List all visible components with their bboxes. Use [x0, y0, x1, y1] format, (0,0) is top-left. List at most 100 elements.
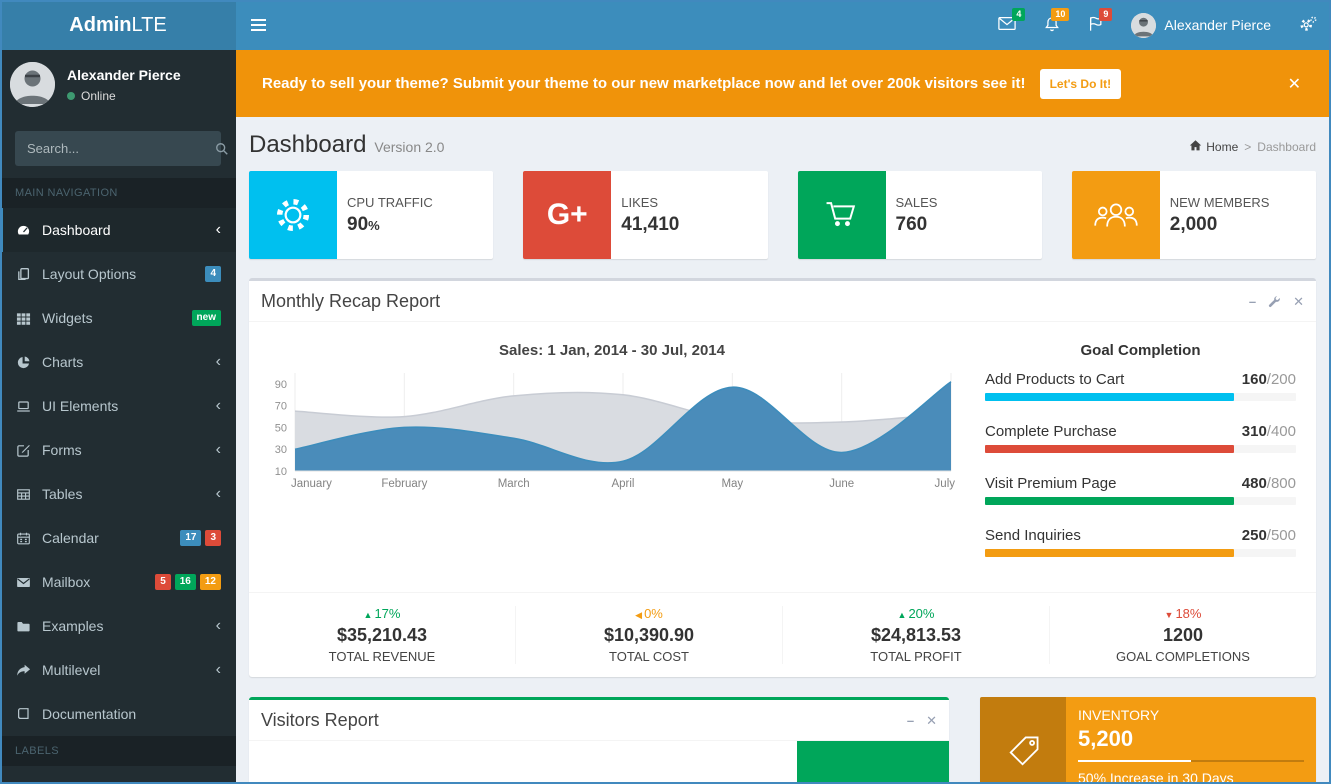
goal-label: Add Products to Cart [985, 371, 1124, 388]
sidebar-item-label: Examples [42, 618, 103, 634]
avatar [1131, 13, 1156, 38]
user-status[interactable]: Online [67, 89, 181, 103]
wrench-icon[interactable] [1268, 295, 1281, 308]
files-icon [15, 267, 32, 282]
info-box-label: CPU TRAFFIC [347, 195, 433, 210]
chevron-left-icon: ‹ [216, 442, 221, 458]
svg-text:March: March [498, 478, 530, 490]
banner-cta-button[interactable]: Let's Do It! [1040, 69, 1122, 99]
close-icon[interactable]: ✕ [926, 714, 937, 727]
pie-icon [15, 355, 32, 370]
logo-light: LTE [132, 14, 167, 37]
tasks-menu[interactable]: 9 [1074, 0, 1117, 50]
sidebar-toggle-icon[interactable] [236, 0, 280, 50]
goal-add-products-to-cart: Add Products to Cart 160/200 [985, 371, 1296, 401]
sidebar: Alexander Pierce Online MAIN NAVIGATION … [0, 50, 236, 784]
sidebar-item-label: Layout Options [42, 266, 136, 282]
sidebar-item-mailbox[interactable]: Mailbox51612 [0, 560, 236, 604]
chevron-left-icon: ‹ [216, 618, 221, 634]
messages-badge: 4 [1012, 8, 1025, 21]
breadcrumb-current: Dashboard [1257, 140, 1316, 154]
stat-delta: ◀0% [516, 606, 782, 621]
stat-label: TOTAL COST [516, 649, 782, 664]
stat-value: $35,210.43 [249, 625, 515, 646]
sidebar-item-tables[interactable]: Tables‹ [0, 472, 236, 516]
sidebar-item-documentation[interactable]: Documentation [0, 692, 236, 736]
caret-up-icon: ▲ [898, 610, 907, 620]
close-icon[interactable]: ✕ [1293, 295, 1304, 308]
dashboard-icon [15, 223, 32, 238]
inventory-label: INVENTORY [1078, 707, 1304, 723]
info-box-value: 760 [896, 214, 938, 236]
sidebar-item-multilevel[interactable]: Multilevel‹ [0, 648, 236, 692]
sidebar-item-dashboard[interactable]: Dashboard‹ [0, 208, 236, 252]
banner-close-icon[interactable]: ✕ [1284, 74, 1305, 94]
sidebar-item-examples[interactable]: Examples ‹ [0, 604, 236, 648]
breadcrumb-home[interactable]: Home [1189, 139, 1238, 155]
sidebar-item-label: Dashboard [42, 222, 111, 238]
stat-delta: ▲17% [249, 606, 515, 621]
search-input[interactable] [15, 131, 215, 166]
monthly-recap-box: Monthly Recap Report – ✕ Sales: 1 Jan, 2… [249, 278, 1316, 677]
info-box-label: SALES [896, 195, 938, 210]
info-box-cpu-traffic: CPU TRAFFIC 90% [249, 171, 493, 259]
notifications-badge: 10 [1051, 8, 1069, 21]
home-icon [1189, 139, 1202, 155]
edit-icon [15, 443, 32, 458]
sidebar-item-label: Widgets [42, 310, 93, 326]
gear-icon [249, 171, 337, 259]
page-title: Dashboard [249, 131, 366, 159]
envelope-icon [15, 575, 32, 590]
visitors-report-box: Visitors Report – ✕ [249, 697, 949, 784]
calendar-icon [15, 531, 32, 546]
sales-area-chart: 1030507090JanuaryFebruaryMarchAprilMayJu… [259, 369, 965, 496]
avatar [10, 62, 55, 107]
sidebar-item-ui-elements[interactable]: UI Elements‹ [0, 384, 236, 428]
goal-numbers: 160/200 [1242, 371, 1296, 388]
app-logo[interactable]: AdminLTE [0, 0, 236, 50]
stat-delta: ▲20% [783, 606, 1049, 621]
user-panel: Alexander Pierce Online [0, 50, 236, 119]
sidebar-item-charts[interactable]: Charts‹ [0, 340, 236, 384]
breadcrumb-separator: > [1244, 140, 1251, 154]
user-menu[interactable]: Alexander Pierce [1117, 0, 1285, 50]
control-sidebar-toggle[interactable] [1285, 0, 1331, 50]
sidebar-item-label: Calendar [42, 530, 99, 546]
promo-banner: Ready to sell your theme? Submit your th… [236, 50, 1331, 117]
messages-menu[interactable]: 4 [984, 0, 1030, 50]
sidebar-item-forms[interactable]: Forms ‹ [0, 428, 236, 472]
content-wrapper: Ready to sell your theme? Submit your th… [236, 50, 1331, 784]
tag-icon [1003, 732, 1043, 775]
sidebar-badge: new [192, 310, 221, 326]
collapse-icon[interactable]: – [907, 714, 914, 727]
sidebar-badge: 17 [180, 530, 201, 546]
sidebar-item-label: Forms [42, 442, 82, 458]
sidebar-item-calendar[interactable]: Calendar173 [0, 516, 236, 560]
breadcrumb: Home > Dashboard [1189, 139, 1316, 155]
user-name: Alexander Pierce [1164, 17, 1271, 33]
collapse-icon[interactable]: – [1249, 295, 1256, 308]
inventory-description: 50% Increase in 30 Days [1078, 770, 1304, 784]
sidebar-nav-header: MAIN NAVIGATION [0, 178, 236, 208]
recap-box-title: Monthly Recap Report [261, 291, 440, 312]
sidebar-item-layout-options[interactable]: Layout Options4 [0, 252, 236, 296]
sidebar-user-name: Alexander Pierce [67, 67, 181, 83]
search-button[interactable] [215, 131, 229, 166]
google-plus-icon: G+ [523, 171, 611, 259]
stat-goal-completions: ▼18%1200GOAL COMPLETIONS [1050, 606, 1316, 664]
sidebar-item-label: Charts [42, 354, 83, 370]
laptop-icon [15, 399, 32, 414]
sidebar-item-label: Documentation [42, 706, 136, 722]
sidebar-item-widgets[interactable]: Widgets new [0, 296, 236, 340]
notifications-menu[interactable]: 10 [1030, 0, 1074, 50]
inventory-value: 5,200 [1078, 726, 1304, 752]
svg-text:July: July [935, 478, 956, 490]
info-box-value: 90% [347, 214, 433, 236]
top-navbar: 4 10 9 Alexander Pierce [236, 0, 1331, 50]
goal-completion-title: Goal Completion [985, 342, 1296, 359]
visitors-map [249, 741, 949, 784]
gears-icon [1299, 16, 1317, 35]
sidebar-item-label: Mailbox [42, 574, 90, 590]
goal-progress-bar [985, 549, 1296, 557]
info-box-label: NEW MEMBERS [1170, 195, 1270, 210]
